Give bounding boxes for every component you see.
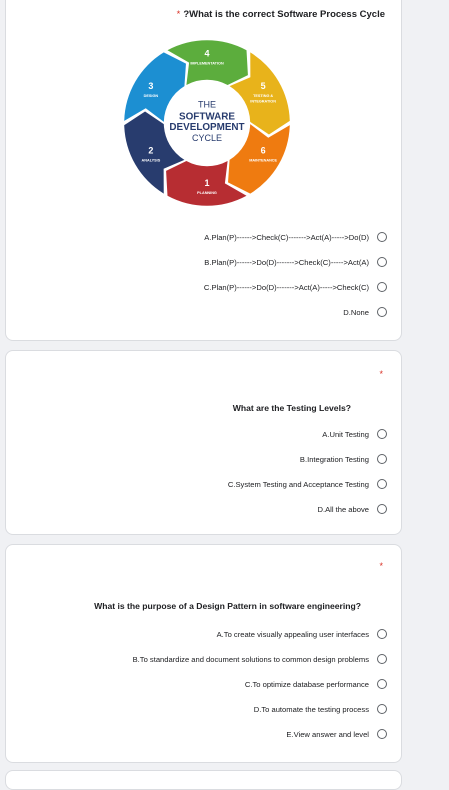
radio-button[interactable] [377, 257, 387, 267]
radio-button[interactable] [377, 704, 387, 714]
cycle-stage-label: MAINTENANCE [249, 159, 277, 163]
option-d[interactable]: D.None [343, 305, 387, 319]
option-e[interactable]: E.View answer and level [286, 727, 387, 741]
option-label: D.None [343, 307, 369, 317]
option-label: C.To optimize database performance [244, 679, 369, 689]
option-label: A.Unit Testing [322, 429, 369, 439]
option-label: C.System Testing and Acceptance Testing [227, 479, 369, 489]
cycle-center-line4: CYCLE [192, 133, 222, 143]
option-label: C.Plan(P)------>Do(D)------->Act(A)-----… [203, 282, 369, 292]
option-b[interactable]: B.Integration Testing [300, 452, 387, 466]
option-label: B.Integration Testing [299, 454, 369, 464]
cycle-stage-label: INTEGRATION [250, 99, 276, 103]
option-label: B.To standardize and document solutions … [132, 654, 369, 664]
option-label: A.Plan(P)------>Check(C)------->Act(A)--… [204, 232, 369, 242]
software-development-cycle-diagram: 1 PLANNING 2 ANALYSIS 3 DESIGN 4 IMPLEMENTATION… [124, 40, 290, 206]
cycle-stage-number: 5 [261, 81, 266, 91]
option-label: B.Plan(P)------>Do(D)------->Check(C)---… [204, 257, 369, 267]
cycle-stage-number: 4 [204, 48, 209, 58]
question-card-3: * What is the purpose of a Design Patter… [5, 544, 402, 763]
option-c[interactable]: C.System Testing and Acceptance Testing [228, 477, 387, 491]
cycle-center-line2: SOFTWARE [179, 111, 235, 122]
question-card-4 [5, 770, 402, 790]
radio-button[interactable] [377, 629, 387, 639]
required-asterisk: * [379, 561, 383, 571]
radio-button[interactable] [377, 282, 387, 292]
option-b[interactable]: B.To standardize and document solutions … [133, 652, 387, 666]
cycle-stage-number: 2 [148, 146, 153, 156]
option-label: D.All the above [317, 504, 370, 514]
cycle-stage-label: DESIGN [144, 94, 159, 98]
option-label: E.View answer and level [286, 729, 369, 739]
question-card-1: * ?What is the correct Software Process C… [5, 0, 402, 341]
cycle-stage-label: TESTING & [253, 94, 273, 98]
cycle-stage-number: 3 [148, 81, 153, 91]
option-d[interactable]: D.To automate the testing process [254, 702, 387, 716]
radio-button[interactable] [377, 679, 387, 689]
cycle-stage-label: PLANNING [197, 191, 217, 195]
cycle-stage-label: IMPLEMENTATION [190, 62, 224, 66]
question-card-2: * What are the Testing Levels? A.Unit Te… [5, 350, 402, 535]
radio-button[interactable] [377, 232, 387, 242]
radio-button[interactable] [377, 479, 387, 489]
option-a[interactable]: A.Unit Testing [322, 427, 387, 441]
required-asterisk: * [379, 369, 383, 379]
radio-button[interactable] [377, 454, 387, 464]
cycle-center-line3: DEVELOPMENT [169, 122, 244, 133]
option-a[interactable]: A.To create visually appealing user inte… [217, 627, 387, 641]
option-a[interactable]: A.Plan(P)------>Check(C)------->Act(A)--… [204, 230, 387, 244]
option-b[interactable]: B.Plan(P)------>Do(D)------->Check(C)---… [204, 255, 387, 269]
radio-button[interactable] [377, 504, 387, 514]
radio-button[interactable] [377, 307, 387, 317]
radio-button[interactable] [377, 429, 387, 439]
option-label: D.To automate the testing process [253, 704, 369, 714]
option-label: A.To create visually appealing user inte… [216, 629, 369, 639]
radio-button[interactable] [377, 729, 387, 739]
option-d[interactable]: D.All the above [317, 502, 387, 516]
option-c[interactable]: C.Plan(P)------>Do(D)------->Act(A)-----… [204, 280, 387, 294]
cycle-stage-number: 6 [261, 146, 266, 156]
option-c[interactable]: C.To optimize database performance [245, 677, 387, 691]
question-title: What are the Testing Levels? [232, 403, 351, 413]
question-title: What is the purpose of a Design Pattern … [94, 601, 361, 611]
radio-button[interactable] [377, 654, 387, 664]
cycle-stage-number: 1 [204, 178, 209, 188]
cycle-center-line1: THE [198, 100, 216, 110]
question-title: * ?What is the correct Software Process C… [176, 9, 385, 20]
required-asterisk: * [176, 9, 181, 20]
cycle-stage-label: ANALYSIS [142, 159, 161, 163]
